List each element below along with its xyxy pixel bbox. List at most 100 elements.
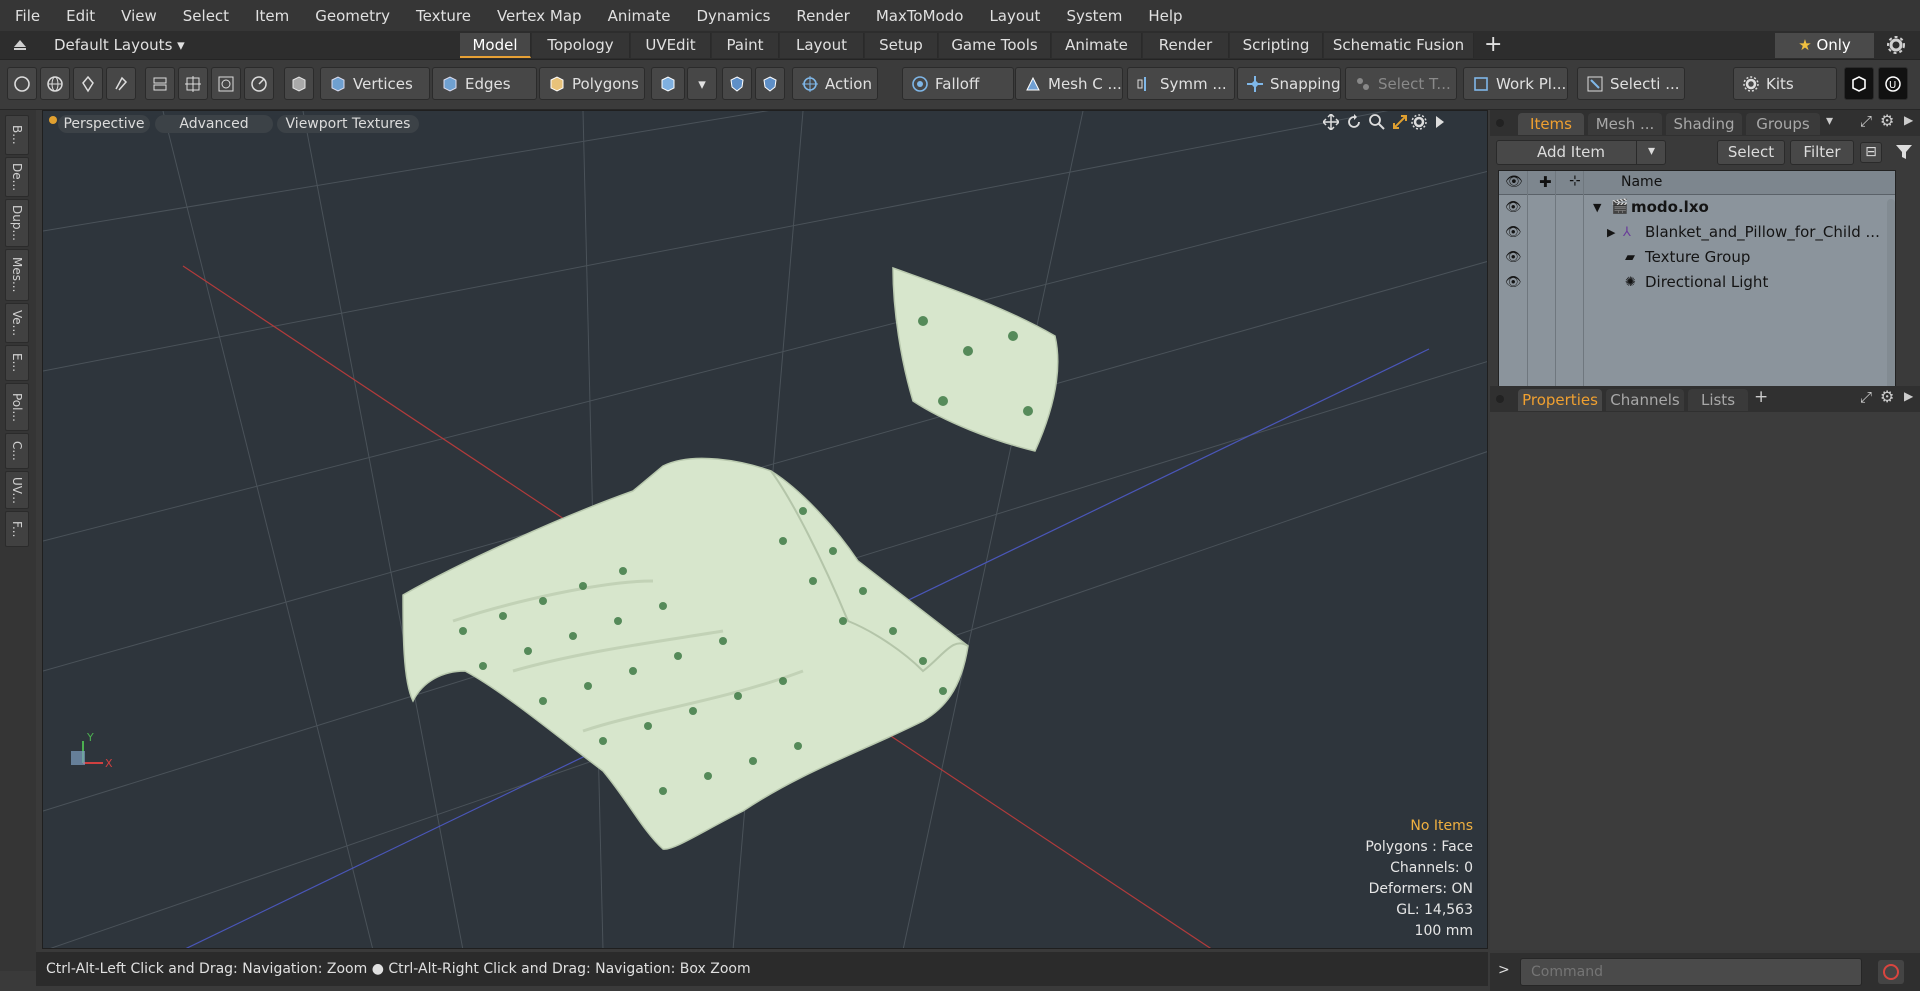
tab-scripting[interactable]: Scripting <box>1230 33 1323 58</box>
eye-icon[interactable]: 👁 <box>1505 270 1522 295</box>
menu-system[interactable]: System <box>1051 7 1133 25</box>
panel-gear-icon[interactable]: ⚙ <box>1880 111 1894 130</box>
collapse-list-icon[interactable]: ⊟ <box>1860 142 1882 163</box>
tab-animate[interactable]: Animate <box>1052 33 1142 58</box>
left-tab-polygon[interactable]: Pol... <box>5 383 29 431</box>
action-center-button[interactable]: Action ... <box>792 67 878 100</box>
3d-viewport[interactable]: Y X Perspective Advanced Viewport Textur… <box>42 110 1488 949</box>
menu-vertex-map[interactable]: Vertex Map <box>482 7 593 25</box>
collapse-up-icon[interactable] <box>13 39 27 51</box>
rotate-icon[interactable] <box>1346 114 1362 130</box>
tree-row-texture-group[interactable]: 👁 ▰ Texture Group <box>1499 245 1895 270</box>
pen-button[interactable] <box>73 67 103 100</box>
frame-button[interactable] <box>211 67 241 100</box>
snapping-button[interactable]: Snapping <box>1237 67 1341 100</box>
menu-edit[interactable]: Edit <box>51 7 106 25</box>
edges-button[interactable]: Edges <box>432 67 537 100</box>
symmetry-y-button[interactable] <box>755 67 785 100</box>
tab-items[interactable]: Items <box>1518 113 1584 135</box>
viewport-gear-icon[interactable] <box>1411 114 1427 130</box>
tree-row-scene[interactable]: 👁 ▼ 🎬 modo.lxo <box>1499 195 1895 220</box>
left-tab-uv[interactable]: UV... <box>5 471 29 509</box>
visibility-column-icon[interactable]: 👁 <box>1505 174 1523 190</box>
tree-row-light[interactable]: 👁 ✺ Directional Light <box>1499 270 1895 295</box>
pan-icon[interactable] <box>1323 114 1339 130</box>
filter-funnel-icon[interactable] <box>1895 143 1913 161</box>
material-dropdown[interactable]: ▾ <box>687 67 717 100</box>
tab-model[interactable]: Model <box>460 33 531 58</box>
gear-icon[interactable] <box>1887 36 1905 54</box>
command-input[interactable] <box>1520 958 1862 986</box>
tab-topology[interactable]: Topology <box>532 33 630 58</box>
add-item-dropdown-icon[interactable]: ▾ <box>1636 140 1666 165</box>
expand-closed-icon[interactable]: ▶ <box>1607 220 1615 245</box>
eye-icon[interactable]: 👁 <box>1505 220 1522 245</box>
panel-arrow-icon[interactable]: ▶ <box>1904 113 1913 127</box>
panel-expand-icon[interactable]: ⤢ <box>1860 112 1872 130</box>
tab-setup[interactable]: Setup <box>865 33 938 58</box>
tab-mesh[interactable]: Mesh ... <box>1588 113 1662 135</box>
add-tab-icon[interactable]: + <box>1754 387 1768 407</box>
tab-lists[interactable]: Lists <box>1688 389 1748 411</box>
menu-file[interactable]: File <box>0 7 51 25</box>
pillow-mesh[interactable] <box>892 266 1059 452</box>
material-button[interactable] <box>651 67 685 100</box>
advanced-button[interactable]: Advanced <box>155 115 273 133</box>
viewport-textures-button[interactable]: Viewport Textures <box>277 115 419 133</box>
falloff-button[interactable]: Falloff <box>902 67 1014 100</box>
globe-button[interactable] <box>40 67 70 100</box>
tab-uvedit[interactable]: UVEdit <box>631 33 711 58</box>
only-button[interactable]: ★ Only <box>1775 33 1874 58</box>
tab-render[interactable]: Render <box>1143 33 1229 58</box>
menu-animate[interactable]: Animate <box>593 7 682 25</box>
menu-geometry[interactable]: Geometry <box>300 7 401 25</box>
vertices-button[interactable]: Vertices <box>320 67 430 100</box>
menu-dynamics[interactable]: Dynamics <box>681 7 781 25</box>
viewport-dot-icon[interactable] <box>49 116 57 124</box>
tab-channels[interactable]: Channels <box>1606 389 1684 411</box>
left-tab-mesh-edit[interactable]: Mes... <box>5 249 29 301</box>
grid-button[interactable] <box>178 67 208 100</box>
panel-dot-icon[interactable] <box>1496 395 1504 403</box>
tab-groups[interactable]: Groups <box>1746 113 1820 135</box>
menu-help[interactable]: Help <box>1133 7 1193 25</box>
select-through-button[interactable]: Select T... <box>1345 67 1457 100</box>
tabs-dropdown-icon[interactable]: ▾ <box>1826 113 1833 129</box>
record-icon[interactable] <box>1878 960 1904 984</box>
expand-open-icon[interactable]: ▼ <box>1593 195 1601 220</box>
align-button[interactable] <box>145 67 175 100</box>
menu-item[interactable]: Item <box>240 7 300 25</box>
work-plane-button[interactable]: Work Pl... <box>1463 67 1568 100</box>
unity-button[interactable] <box>1844 67 1874 100</box>
circle-select-button[interactable] <box>7 67 37 100</box>
compass-button[interactable] <box>244 67 274 100</box>
menu-select[interactable]: Select <box>168 7 240 25</box>
viewport-scene[interactable]: Y X <box>43 111 1488 949</box>
mesh-constraints-button[interactable]: Mesh C ... <box>1015 67 1123 100</box>
symmetry-button[interactable]: Symm ... <box>1127 67 1235 100</box>
lock-column-icon[interactable]: ✚ <box>1539 173 1552 191</box>
menu-render[interactable]: Render <box>781 7 860 25</box>
tab-shading[interactable]: Shading <box>1666 113 1742 135</box>
zoom-icon[interactable] <box>1369 114 1385 130</box>
kits-button[interactable]: Kits <box>1733 67 1837 100</box>
tab-game-tools[interactable]: Game Tools <box>939 33 1051 58</box>
symmetry-x-button[interactable] <box>722 67 752 100</box>
menu-view[interactable]: View <box>106 7 168 25</box>
item-mode-button[interactable] <box>284 67 314 100</box>
lasso-button[interactable] <box>106 67 136 100</box>
layout-selector[interactable]: Default Layouts ▾ <box>54 36 185 54</box>
tab-schematic-fusion[interactable]: Schematic Fusion <box>1324 33 1474 58</box>
menu-layout[interactable]: Layout <box>974 7 1051 25</box>
tab-layout[interactable]: Layout <box>780 33 864 58</box>
unreal-button[interactable]: U <box>1878 67 1908 100</box>
select-button[interactable]: Select <box>1717 140 1785 165</box>
tree-row-mesh[interactable]: 👁 ▶ ⅄ Blanket_and_Pillow_for_Child ... <box>1499 220 1895 245</box>
perspective-button[interactable]: Perspective <box>58 115 150 133</box>
menu-maxtomodo[interactable]: MaxToModo <box>861 7 975 25</box>
filter-button[interactable]: Filter <box>1790 140 1854 165</box>
left-tab-fusion[interactable]: F... <box>5 511 29 547</box>
menu-texture[interactable]: Texture <box>401 7 482 25</box>
selection-sets-button[interactable]: Selecti ... <box>1577 67 1685 100</box>
panel-arrow-icon[interactable]: ▶ <box>1904 389 1913 403</box>
